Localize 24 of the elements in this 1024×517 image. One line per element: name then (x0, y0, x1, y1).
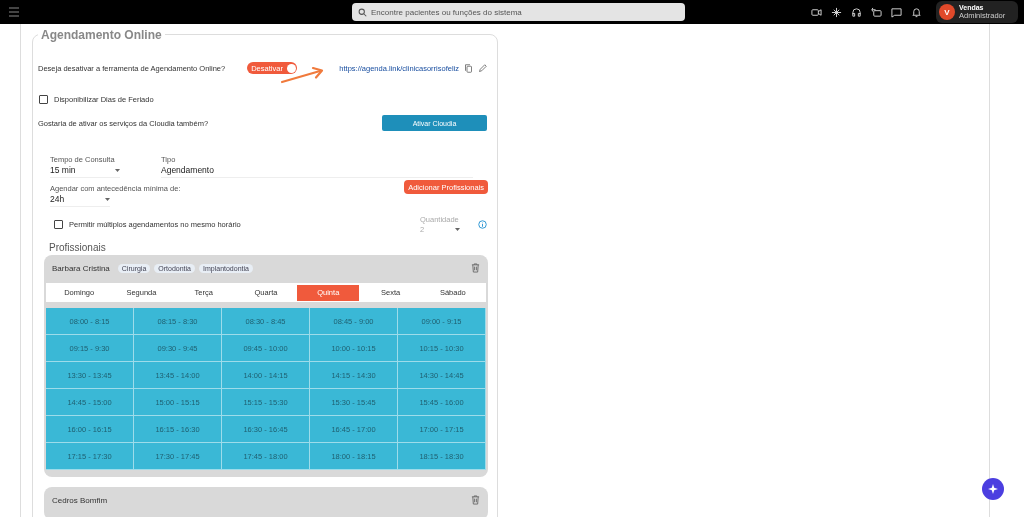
checkbox[interactable] (39, 95, 48, 104)
caret-icon (455, 228, 460, 231)
trash-icon[interactable] (471, 263, 480, 273)
pencil-icon[interactable] (478, 63, 487, 73)
caret-icon (115, 168, 120, 172)
trash-icon[interactable] (471, 495, 480, 505)
professional-name: Cedros Bomfim (52, 495, 108, 505)
sparkle-icon[interactable] (831, 6, 842, 18)
checkbox[interactable] (54, 220, 63, 229)
headset-icon[interactable] (851, 6, 862, 18)
info-icon[interactable] (478, 220, 487, 229)
search-icon (358, 7, 367, 17)
professional-name: Barbara Cristina (52, 263, 110, 273)
sparkle-icon (987, 483, 999, 495)
user-avatar: V (939, 4, 955, 20)
search-field[interactable]: Encontre pacientes ou funções do sistema (352, 3, 685, 21)
bell-icon[interactable] (911, 6, 922, 18)
assistant-button[interactable] (982, 478, 1004, 500)
caret-icon (105, 197, 110, 201)
chat-icon[interactable] (891, 6, 902, 18)
copy-icon[interactable] (464, 63, 473, 73)
video-camera-icon[interactable] (811, 6, 822, 18)
section-title: Profissionais (49, 242, 107, 253)
card-title: Agendamento Online (38, 28, 165, 42)
